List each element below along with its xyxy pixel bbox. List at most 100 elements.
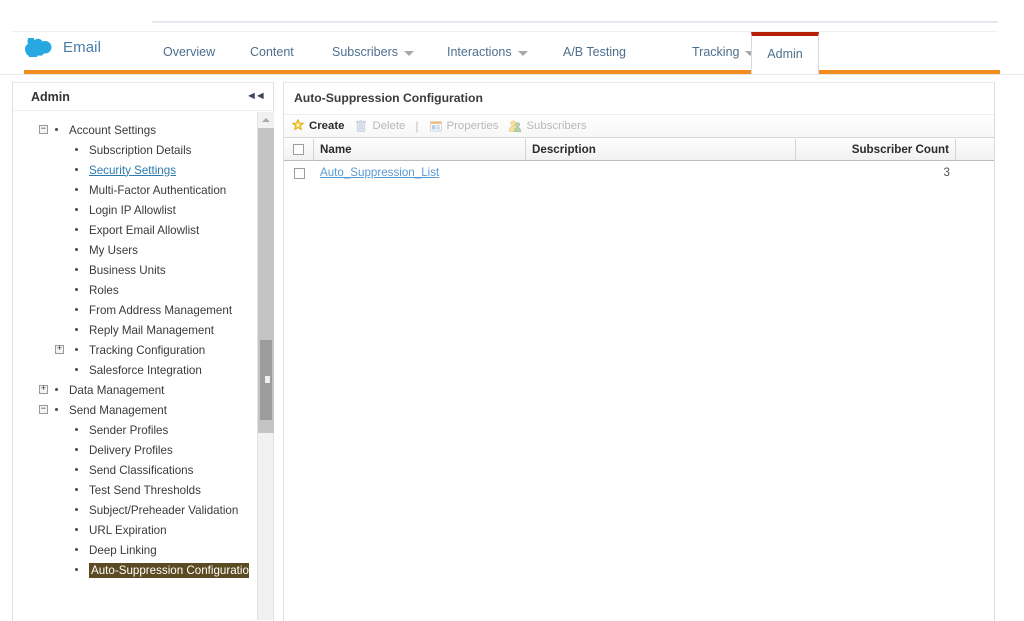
column-header-name[interactable]: Name (314, 138, 526, 161)
sidebar-item-label[interactable]: Deep Linking (89, 544, 157, 557)
toolbar-label: Delete (372, 120, 406, 132)
brand-label: Email (63, 39, 102, 56)
sidebar-item-label[interactable]: Sender Profiles (89, 424, 168, 437)
bullet-icon (75, 188, 78, 191)
scroll-up-arrow-icon[interactable] (258, 112, 274, 128)
sidebar-item-label[interactable]: Security Settings (89, 164, 176, 177)
bullet-icon (75, 568, 78, 571)
bullet-icon (75, 508, 78, 511)
sidebar-item-label[interactable]: Salesforce Integration (89, 364, 202, 377)
sidebar-item-label[interactable]: Tracking Configuration (89, 344, 205, 357)
create-button[interactable]: Create (291, 119, 344, 133)
collapse-icon[interactable]: − (39, 405, 48, 414)
sidebar-item-label[interactable]: Roles (89, 284, 119, 297)
expand-icon[interactable]: + (55, 345, 64, 354)
sidebar-item-test-send-thresholds[interactable]: Test Send Thresholds (13, 480, 251, 500)
sidebar-item-label[interactable]: Send Classifications (89, 464, 193, 477)
sidebar-item-send-management[interactable]: − Send Management (13, 400, 251, 420)
scrollbar-thumb[interactable] (260, 340, 272, 420)
select-all-checkbox[interactable] (293, 144, 304, 155)
collapse-icon[interactable]: − (39, 125, 48, 134)
expand-icon[interactable]: + (39, 385, 48, 394)
sidebar-item-label[interactable]: Data Management (69, 384, 164, 397)
sidebar-item-url-expiration[interactable]: URL Expiration (13, 520, 251, 540)
bullet-icon (75, 248, 78, 251)
bullet-icon (75, 308, 78, 311)
sidebar-item-multi-factor-authentication[interactable]: Multi-Factor Authentication (13, 180, 251, 200)
column-header-spacer (956, 139, 994, 161)
sidebar-item-label[interactable]: Account Settings (69, 124, 156, 137)
nav-item-a-b-testing[interactable]: A/B Testing (563, 45, 626, 59)
nav-item-label: Subscribers (332, 45, 398, 59)
app-root: Email Overview Content Subscribers Interact… (0, 0, 1024, 621)
sidebar-item-label[interactable]: URL Expiration (89, 524, 167, 537)
sidebar-item-subscription-details[interactable]: Subscription Details (13, 140, 251, 160)
sidebar-item-label[interactable]: Multi-Factor Authentication (89, 184, 226, 197)
sidebar-item-label[interactable]: Send Management (69, 404, 167, 417)
trash-icon (354, 119, 368, 133)
nav-item-interactions[interactable]: Interactions (447, 45, 528, 59)
sidebar-item-label[interactable]: Login IP Allowlist (89, 204, 176, 217)
nav-item-label: A/B Testing (563, 45, 627, 59)
header-baseline (0, 74, 1024, 75)
sidebar-item-login-ip-allowlist[interactable]: Login IP Allowlist (13, 200, 251, 220)
table-row[interactable]: Auto_Suppression_List 3 (284, 161, 994, 185)
sidebar-item-data-management[interactable]: + Data Management (13, 380, 251, 400)
sidebar-item-export-email-allowlist[interactable]: Export Email Allowlist (13, 220, 251, 240)
sidebar-item-subject-preheader-validation[interactable]: Subject/Preheader Validation (13, 500, 251, 520)
sidebar-item-tracking-configuration[interactable]: + Tracking Configuration (13, 340, 251, 360)
chevron-down-icon[interactable] (517, 50, 528, 56)
sidebar-item-label[interactable]: Auto-Suppression Configuration (89, 562, 249, 578)
nav-item-content[interactable]: Content (250, 45, 294, 59)
sidebar-item-label[interactable]: Export Email Allowlist (89, 224, 199, 237)
sidebar-scrollbar[interactable] (257, 112, 274, 620)
nav-item-overview[interactable]: Overview (163, 45, 215, 59)
sidebar-item-from-address-management[interactable]: From Address Management (13, 300, 251, 320)
column-header-subscriber-count[interactable]: Subscriber Count (796, 138, 956, 161)
row-checkbox[interactable] (293, 167, 305, 179)
cell-subscriber-count: 3 (943, 166, 950, 179)
chevron-down-icon[interactable] (404, 50, 414, 56)
sidebar-item-label[interactable]: Subject/Preheader Validation (89, 504, 238, 517)
chevron-double-left-icon[interactable]: ◄◄ (246, 89, 266, 103)
app-header: Email Overview Content Subscribers Interact… (0, 32, 1024, 74)
sidebar-item-label[interactable]: From Address Management (89, 304, 232, 317)
sidebar-item-deep-linking[interactable]: Deep Linking (13, 540, 251, 560)
sidebar-item-my-users[interactable]: My Users (13, 240, 251, 260)
sidebar-item-label[interactable]: Test Send Thresholds (89, 484, 201, 497)
sidebar-item-roles[interactable]: Roles (13, 280, 251, 300)
bullet-icon (75, 228, 78, 231)
sidebar-item-account-settings[interactable]: − Account Settings (13, 120, 251, 140)
bullet-icon (75, 168, 78, 171)
brand: Email (24, 38, 101, 57)
bullet-icon (55, 388, 58, 391)
sidebar-item-sender-profiles[interactable]: Sender Profiles (13, 420, 251, 440)
sidebar-item-reply-mail-management[interactable]: Reply Mail Management (13, 320, 251, 340)
sidebar-item-label[interactable]: Reply Mail Management (89, 324, 214, 337)
sidebar-item-label[interactable]: Delivery Profiles (89, 444, 173, 457)
salesforce-cloud-icon (24, 38, 54, 57)
sidebar-item-security-settings[interactable]: Security Settings (13, 160, 251, 180)
bullet-icon (75, 468, 78, 471)
sidebar-item-label[interactable]: Subscription Details (89, 144, 191, 157)
sidebar-item-send-classifications[interactable]: Send Classifications (13, 460, 251, 480)
sidebar-item-auto-suppression-configuration[interactable]: Auto-Suppression Configuration (13, 560, 251, 580)
nav-item-tracking[interactable]: Tracking (692, 45, 756, 59)
page-title: Auto-Suppression Configuration (294, 91, 483, 105)
sidebar-item-label[interactable]: Business Units (89, 264, 166, 277)
sidebar-item-salesforce-integration[interactable]: Salesforce Integration (13, 360, 251, 380)
toolbar-label: Create (309, 120, 345, 132)
bullet-icon (75, 328, 78, 331)
sidebar-item-label[interactable]: My Users (89, 244, 138, 257)
nav-item-subscribers[interactable]: Subscribers (332, 45, 414, 59)
bullet-icon (75, 428, 78, 431)
subscribers-button: Subscribers (508, 119, 587, 133)
grid-body: Auto_Suppression_List 3 (284, 161, 994, 185)
column-header-description[interactable]: Description (526, 138, 796, 161)
sidebar-item-delivery-profiles[interactable]: Delivery Profiles (13, 440, 251, 460)
suppression-list-link[interactable]: Auto_Suppression_List (320, 166, 439, 179)
bullet-icon (75, 208, 78, 211)
tab-admin[interactable]: Admin (751, 32, 819, 74)
nav-item-label: Content (250, 45, 294, 59)
sidebar-item-business-units[interactable]: Business Units (13, 260, 251, 280)
